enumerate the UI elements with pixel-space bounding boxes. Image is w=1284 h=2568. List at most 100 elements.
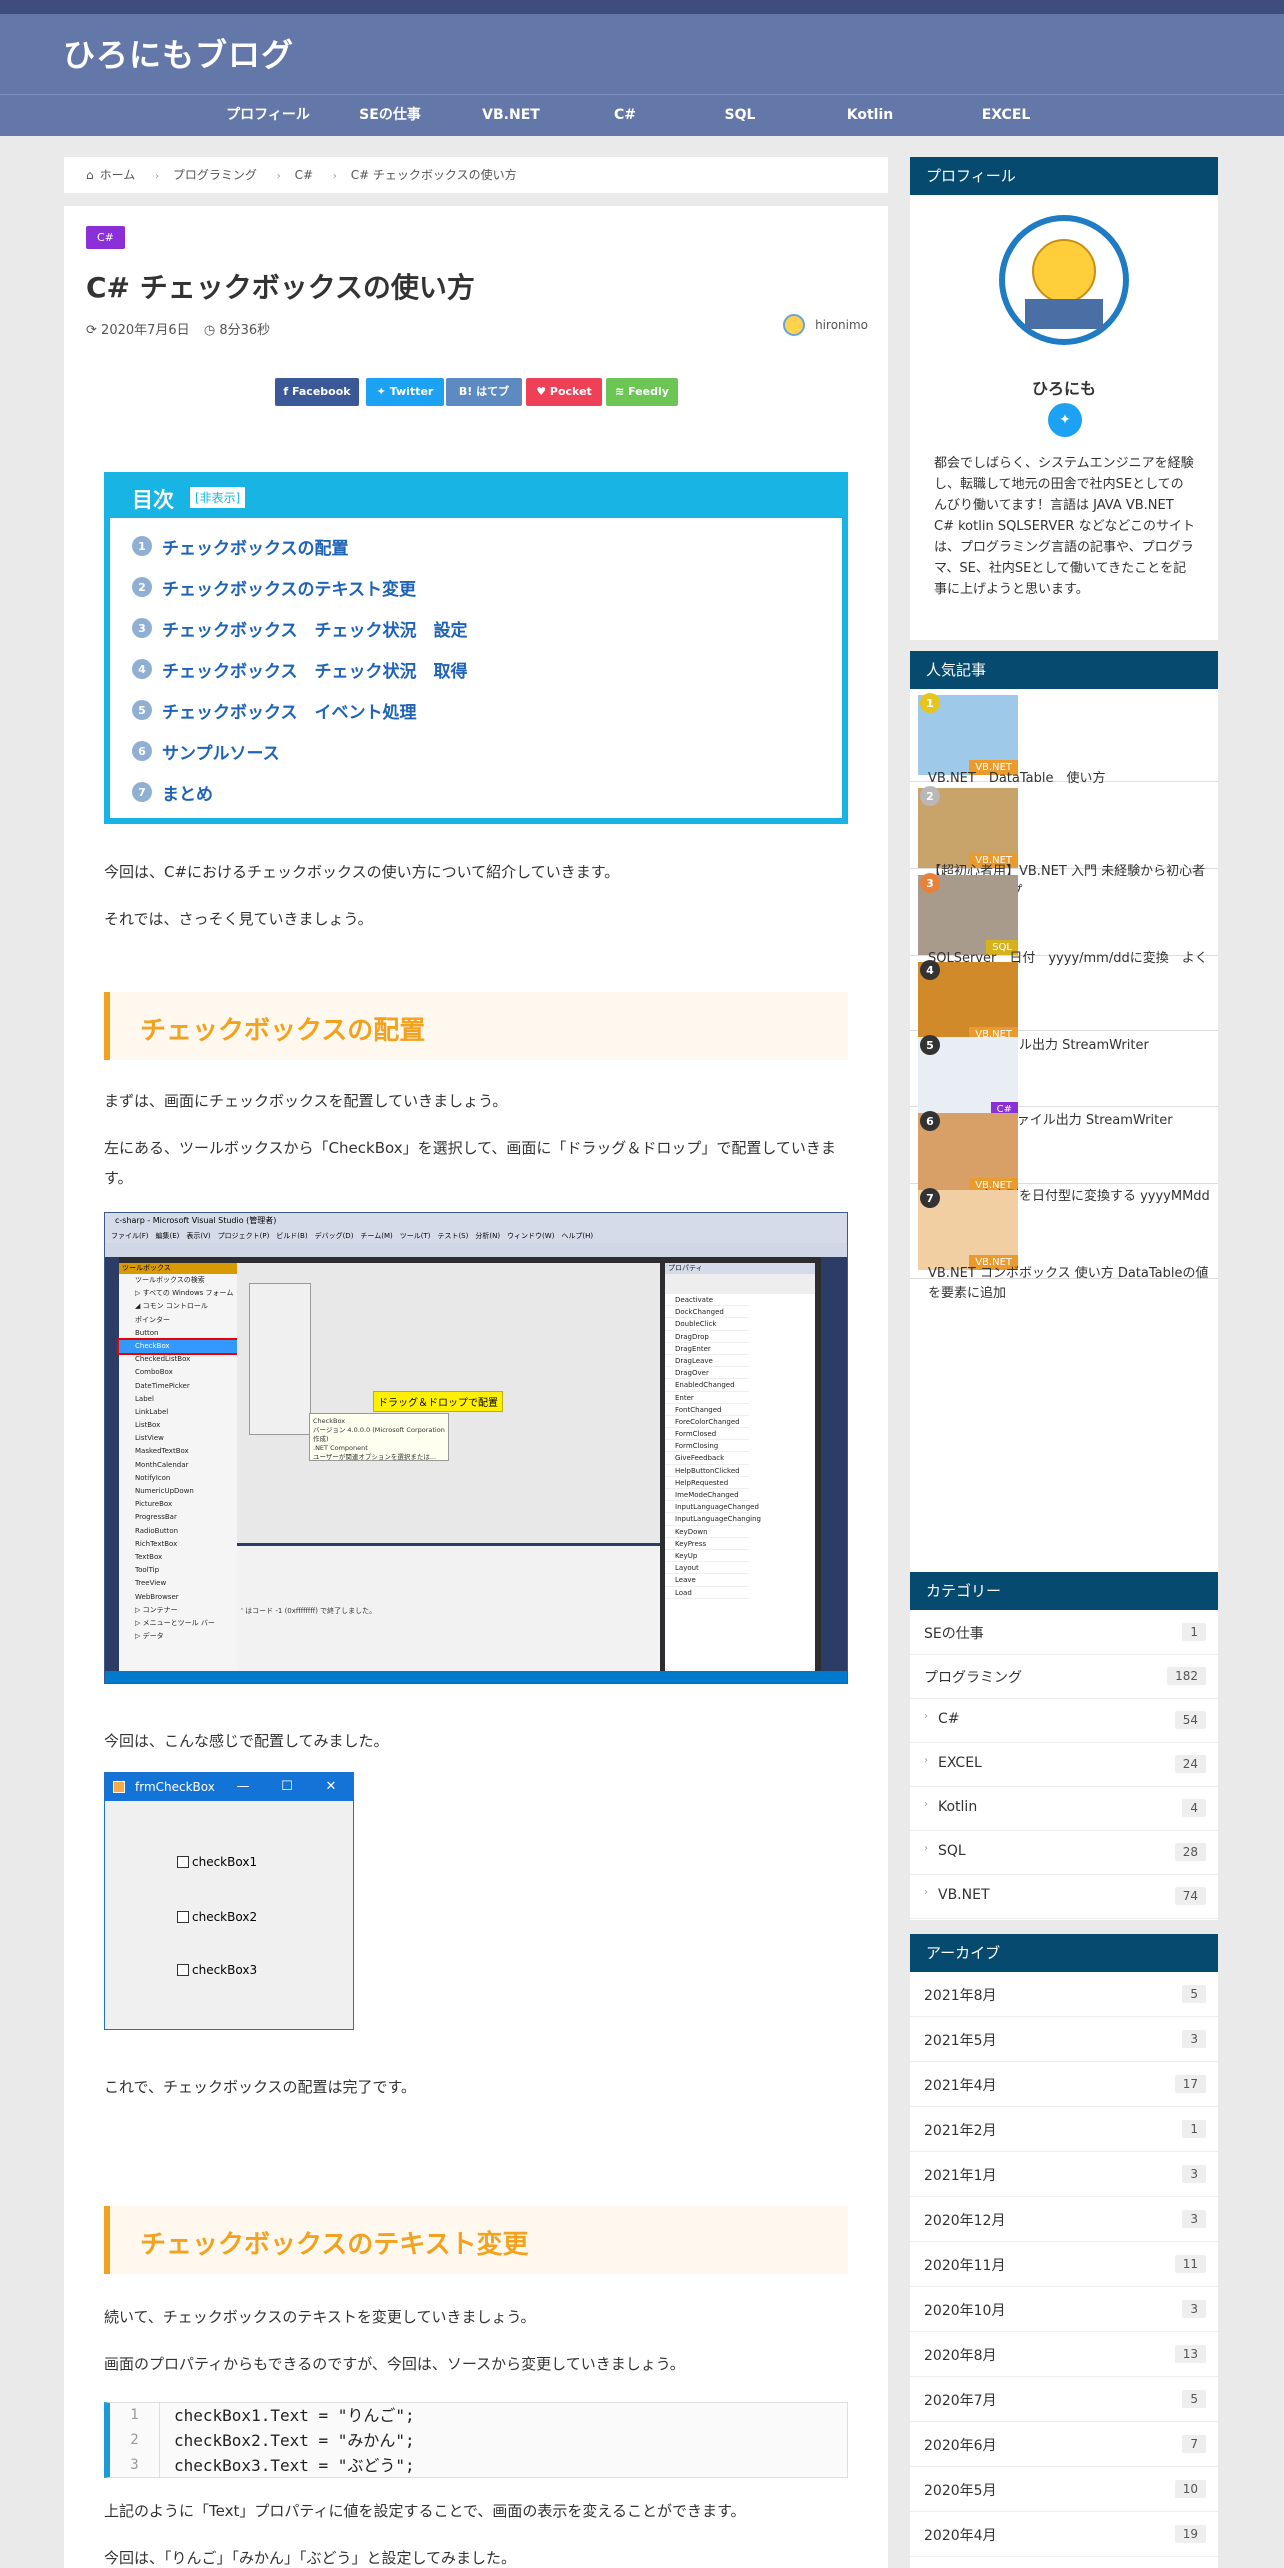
category-item[interactable]: › Kotlin 4 [910, 1786, 1218, 1831]
nav-item-se-work[interactable]: SEの仕事 [320, 95, 460, 137]
archive-item[interactable]: 2020年8月 13 [910, 2332, 1218, 2377]
vs-property-row: FontChanged [665, 1404, 749, 1416]
archive-item[interactable]: 2020年5月 10 [910, 2467, 1218, 2512]
category-label[interactable]: Kotlin [938, 1799, 977, 1815]
category-badge[interactable]: C# [86, 226, 125, 249]
archive-item[interactable]: 2021年2月 1 [910, 2107, 1218, 2152]
archive-label[interactable]: 2020年11月 [924, 2255, 1005, 2275]
archive-label[interactable]: 2020年4月 [924, 2525, 997, 2545]
post-thumbnail[interactable]: 1 VB.NET [918, 693, 1018, 775]
vs-property-row: Enter [665, 1392, 749, 1404]
nav-item-excel[interactable]: EXCEL [936, 95, 1076, 137]
category-item[interactable]: › VB.NET 74 [910, 1874, 1218, 1919]
archive-label[interactable]: 2020年12月 [924, 2210, 1005, 2230]
breadcrumb-home[interactable]: ホーム [100, 168, 136, 182]
category-item[interactable]: プログラミング 182 [910, 1654, 1218, 1699]
archive-label[interactable]: 2021年2月 [924, 2120, 997, 2140]
post-thumbnail[interactable]: 6 VB.NET [918, 1111, 1018, 1193]
archive-label[interactable]: 2020年5月 [924, 2480, 997, 2500]
toc-toggle-button[interactable]: [非表示] [190, 487, 246, 508]
share-hatena-button[interactable]: B! はてブ [446, 378, 522, 406]
vs-property-row: InputLanguageChanged [665, 1501, 759, 1514]
author[interactable]: hironimo [783, 314, 868, 336]
category-label[interactable]: プログラミング [924, 1667, 1022, 1687]
archive-label[interactable]: 2021年4月 [924, 2075, 997, 2095]
breadcrumb-item[interactable]: C# [295, 168, 313, 182]
popular-post-item[interactable]: 5 C# C# テキストファイル出力 StreamWriter [910, 1031, 1218, 1128]
vs-toolbox-item: DateTimePicker [135, 1381, 190, 1390]
vs-toolbox-item: ▷ データ [135, 1632, 164, 1641]
archive-item[interactable]: 2021年8月 5 [910, 1972, 1218, 2017]
share-feedly-button[interactable]: ≋ Feedly [606, 378, 678, 406]
archive-item[interactable]: 2021年4月 17 [910, 2062, 1218, 2107]
archive-label[interactable]: 2020年6月 [924, 2435, 997, 2455]
vs-toolbox-item: PictureBox [135, 1500, 173, 1509]
share-pocket-button[interactable]: ♥ Pocket [526, 378, 602, 406]
vs-toolbox-item: RadioButton [135, 1526, 179, 1535]
post-thumbnail[interactable]: 2 VB.NET [918, 786, 1018, 868]
archive-count: 11 [1174, 2255, 1206, 2273]
category-label[interactable]: VB.NET [938, 1887, 990, 1903]
category-item[interactable]: › EXCEL 24 [910, 1742, 1218, 1787]
toc-item[interactable]: 3 チェックボックス チェック状況 設定 [132, 616, 468, 641]
paragraph: 左にある、ツールボックスから「CheckBox」を選択して、画面に「ドラッグ＆ド… [104, 1139, 836, 1187]
category-label[interactable]: EXCEL [938, 1755, 982, 1771]
post-thumbnail[interactable]: 7 VB.NET [918, 1188, 1018, 1270]
paragraph: これで、チェックボックスの配置は完了です。 [104, 2078, 417, 2096]
popular-post-item[interactable]: 6 VB.NET VB.NET 文字列を日付型に変換する yyyyMMdd [910, 1107, 1218, 1204]
breadcrumb-item[interactable]: プログラミング [173, 168, 257, 182]
popular-post-item[interactable]: 1 VB.NET VB.NET DataTable 使い方 [910, 689, 1218, 786]
category-label[interactable]: C# [938, 1711, 960, 1727]
share-facebook-button[interactable]: f Facebook [275, 378, 359, 406]
nav-item-kotlin[interactable]: Kotlin [800, 95, 940, 137]
archive-item[interactable]: 2021年1月 3 [910, 2152, 1218, 2197]
toc-item[interactable]: 5 チェックボックス イベント処理 [132, 698, 417, 723]
archive-item[interactable]: 2020年7月 5 [910, 2377, 1218, 2422]
category-label[interactable]: SEの仕事 [924, 1623, 984, 1643]
archive-item[interactable]: 2020年6月 7 [910, 2422, 1218, 2467]
archive-label[interactable]: 2020年8月 [924, 2345, 997, 2365]
archive-label[interactable]: 2020年10月 [924, 2300, 1005, 2320]
toc-item[interactable]: 7 まとめ [132, 780, 213, 805]
rank-badge: 4 [920, 960, 940, 980]
archive-label[interactable]: 2021年1月 [924, 2165, 997, 2185]
toc-item[interactable]: 4 チェックボックス チェック状況 取得 [132, 657, 468, 682]
popular-post-title[interactable]: VB.NET コンボボックス 使い方 DataTableの値を要素に追加 [928, 1264, 1210, 1304]
twitter-icon[interactable]: ✦ [1048, 403, 1082, 437]
popular-post-item[interactable]: 3SQLSQLServer 日付 yyyy/mm/ddに変換 よく使う日付変換 [910, 869, 1218, 986]
archive-item[interactable]: 2021年5月 3 [910, 2017, 1218, 2062]
post-thumbnail[interactable]: 4 VB.NET [918, 960, 1018, 1042]
popular-post-item[interactable]: 7 VB.NET VB.NET コンボボックス 使い方 DataTableの値を要素… [910, 1184, 1218, 1301]
vs-output-text: ' はコード -1 (0xffffffff) で終了しました。 [241, 1607, 377, 1615]
toc-item[interactable]: 2 チェックボックスのテキスト変更 [132, 575, 416, 600]
share-twitter-button[interactable]: ✦ Twitter [366, 378, 444, 406]
toc-item[interactable]: 1 チェックボックスの配置 [132, 534, 349, 559]
breadcrumb: ⌂ ホーム › プログラミング › C# › C# チェックボックスの使い方 [64, 157, 888, 193]
post-thumbnail[interactable]: 5 C# [918, 1035, 1018, 1117]
category-label[interactable]: SQL [938, 1843, 966, 1859]
archive-item[interactable]: 2020年12月 3 [910, 2197, 1218, 2242]
profile-avatar [999, 215, 1129, 345]
archive-item[interactable]: 2020年4月 19 [910, 2512, 1218, 2557]
archive-item[interactable]: 2020年11月 11 [910, 2242, 1218, 2287]
category-item[interactable]: SEの仕事 1 [910, 1610, 1218, 1655]
archive-label[interactable]: 2020年7月 [924, 2390, 997, 2410]
toc-item[interactable]: 6 サンプルソース [132, 739, 280, 764]
nav-item-profile[interactable]: プロフィール [198, 95, 338, 137]
category-item[interactable]: › SQL 28 [910, 1830, 1218, 1875]
nav-item-sql[interactable]: SQL [670, 95, 810, 137]
site-title[interactable]: ひろにもブログ [63, 30, 294, 76]
vs-toolbox-item: LinkLabel [135, 1407, 169, 1416]
vs-toolbox-item: WebBrowser [135, 1592, 179, 1601]
archive-item[interactable]: 2020年10月 3 [910, 2287, 1218, 2332]
category-item[interactable]: › C# 54 [910, 1698, 1218, 1743]
code-line: 2 checkBox2.Text = "みかん"; [110, 2428, 848, 2453]
archive-label[interactable]: 2021年8月 [924, 1985, 997, 2005]
clock-icon: ◷ [203, 323, 216, 338]
archive-label[interactable]: 2021年5月 [924, 2030, 997, 2050]
checkbox: checkBox2 [177, 1910, 257, 1924]
popular-post-item[interactable]: 4 VB.NET VB.NET ファイル出力 StreamWriter [910, 956, 1218, 1053]
author-name[interactable]: hironimo [815, 318, 868, 332]
popular-post-item[interactable]: 2VB.NET【超初心者用】VB.NET 入門 未経験から初心者への10ステップ [910, 782, 1218, 899]
post-thumbnail[interactable]: 3 SQL [918, 873, 1018, 955]
